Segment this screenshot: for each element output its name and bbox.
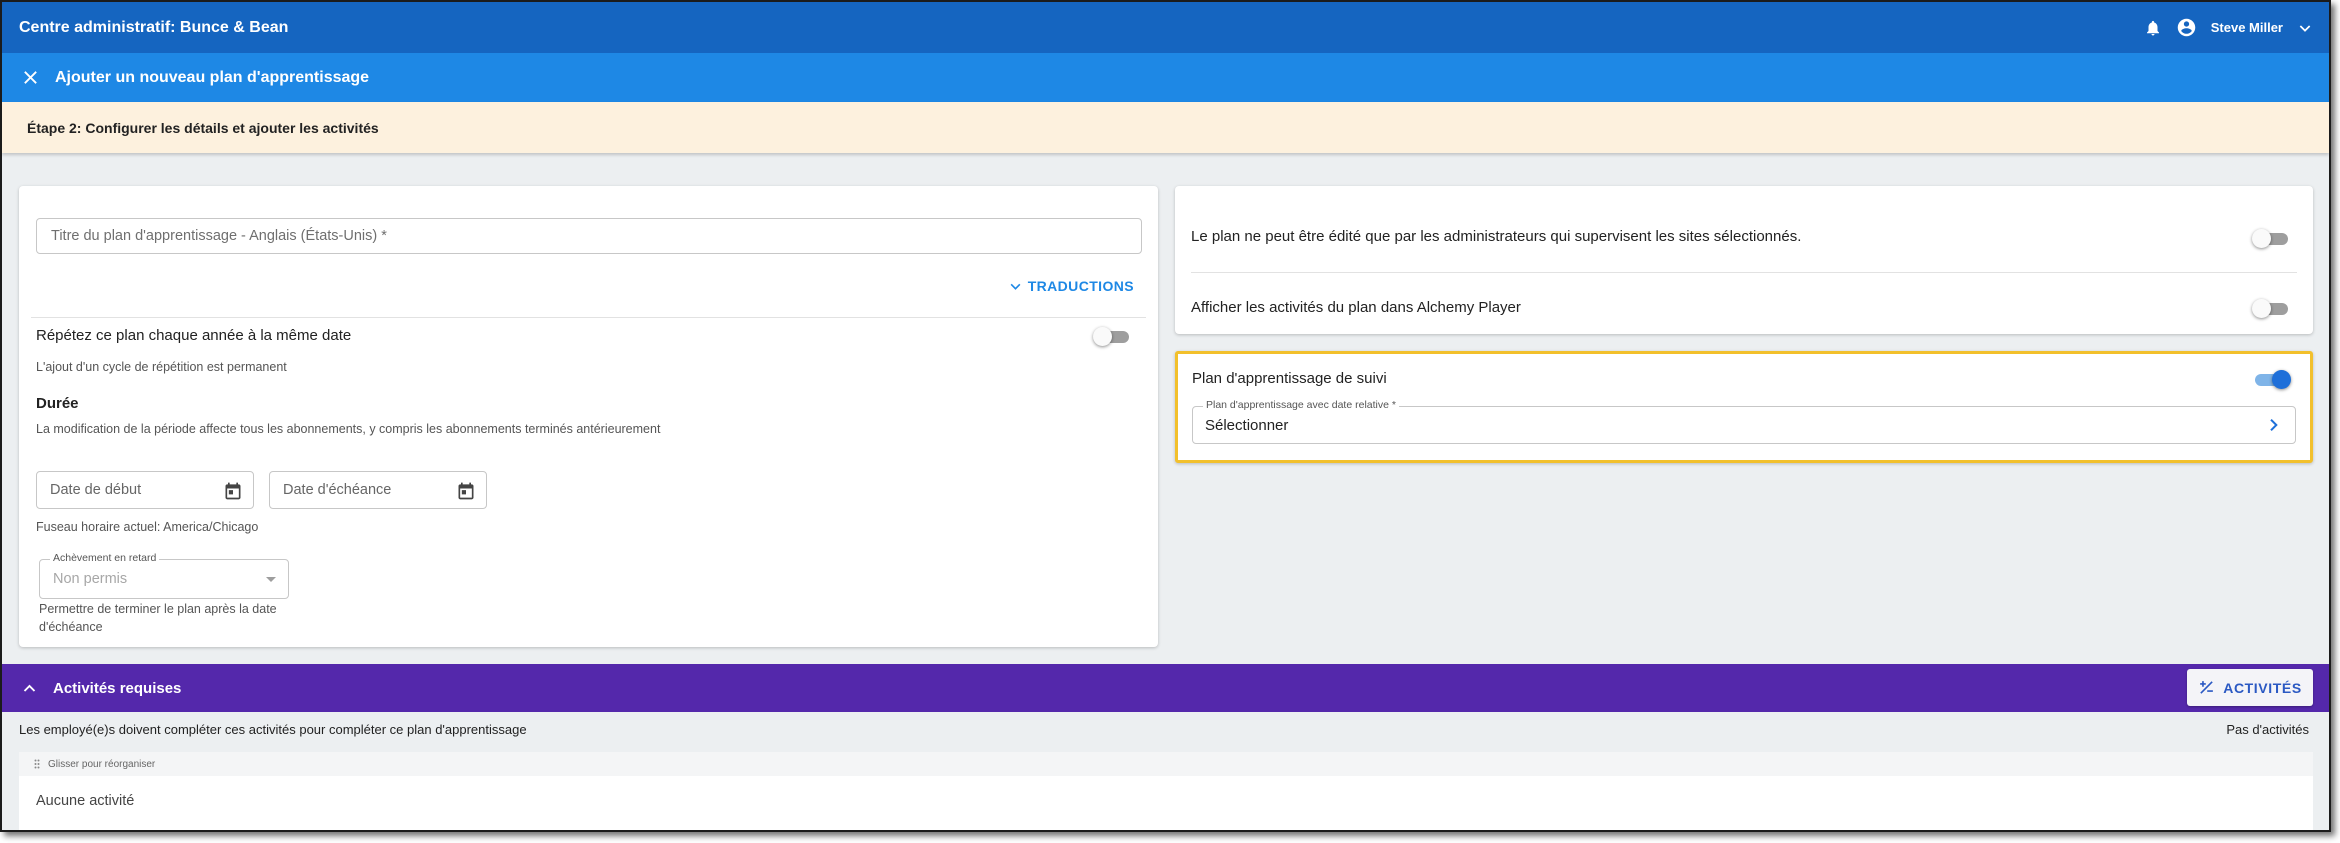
chevron-right-icon[interactable] — [2265, 417, 2281, 433]
app-window: Centre administratif: Bunce & Bean Steve… — [0, 0, 2331, 832]
relative-plan-value: Sélectionner — [1205, 417, 1289, 434]
chevron-down-icon[interactable] — [2297, 20, 2313, 36]
plan-details-card: Titre du plan d'apprentissage - Anglais … — [19, 186, 1158, 647]
activities-list: Glisser pour réorganiser Aucune activité — [19, 752, 2313, 830]
top-bar-actions: Steve Miller — [2144, 17, 2313, 38]
divider — [1191, 272, 2297, 273]
app-title: Centre administratif: Bunce & Bean — [19, 18, 289, 36]
plan-title-input[interactable]: Titre du plan d'apprentissage - Anglais … — [36, 218, 1142, 254]
divider — [31, 317, 1146, 318]
drag-hint: Glisser pour réorganiser — [48, 758, 156, 770]
start-date-placeholder: Date de début — [50, 482, 142, 498]
chevron-down-icon — [1009, 280, 1022, 293]
repeat-hint: L'ajout d'un cycle de répétition est per… — [36, 360, 287, 374]
late-completion-value: Non permis — [53, 571, 128, 587]
repeat-toggle[interactable] — [1093, 326, 1129, 346]
late-completion-hint-2: d'échéance — [39, 620, 103, 634]
required-activities-header: Activités requises ACTIVITÉS — [2, 664, 2329, 712]
show-in-player-label: Afficher les activités du plan dans Alch… — [1191, 299, 1521, 316]
top-bar: Centre administratif: Bunce & Bean Steve… — [2, 2, 2329, 53]
translations-label: TRADUCTIONS — [1027, 278, 1134, 294]
user-name[interactable]: Steve Miller — [2211, 20, 2283, 35]
required-activities-title: Activités requises — [53, 679, 182, 697]
add-activities-button[interactable]: ACTIVITÉS — [2187, 669, 2313, 706]
calendar-icon[interactable] — [223, 481, 243, 501]
late-completion-hint: Permettre de terminer le plan après la d… — [39, 602, 277, 616]
due-date-input[interactable]: Date d'échéance — [269, 471, 487, 509]
due-date-placeholder: Date d'échéance — [283, 482, 392, 498]
duration-heading: Durée — [36, 395, 79, 412]
relative-plan-select[interactable]: Plan d'apprentissage avec date relative … — [1192, 399, 2296, 444]
chevron-up-icon[interactable] — [22, 681, 37, 696]
followup-toggle[interactable] — [2255, 369, 2291, 389]
add-activities-label: ACTIVITÉS — [2223, 679, 2302, 696]
activities-list-header: Glisser pour réorganiser — [19, 752, 2313, 776]
admin-only-label: Le plan ne peut être édité que par les a… — [1191, 228, 1802, 245]
duration-hint: La modification de la période affecte to… — [36, 422, 661, 436]
late-completion-select[interactable]: Achèvement en retard Non permis — [39, 552, 289, 599]
close-icon[interactable] — [22, 69, 39, 86]
dropdown-caret-icon — [266, 577, 276, 582]
step-text: Étape 2: Configurer les détails et ajout… — [27, 119, 379, 136]
activities-status: Pas d'activités — [2226, 722, 2309, 737]
admin-only-toggle[interactable] — [2252, 228, 2288, 248]
step-banner: Étape 2: Configurer les détails et ajout… — [2, 102, 2329, 153]
start-date-input[interactable]: Date de début — [36, 471, 254, 509]
late-completion-label: Achèvement en retard — [50, 552, 160, 564]
timezone-text: Fuseau horaire actuel: America/Chicago — [36, 520, 259, 534]
repeat-label: Répétez ce plan chaque année à la même d… — [36, 327, 352, 344]
activities-description: Les employé(e)s doivent compléter ces ac… — [19, 722, 527, 737]
drag-handle-icon — [34, 759, 40, 769]
add-remove-icon — [2198, 679, 2215, 696]
plan-permissions-card: Le plan ne peut être édité que par les a… — [1175, 186, 2313, 334]
plan-title-placeholder: Titre du plan d'apprentissage - Anglais … — [51, 228, 387, 244]
page-title: Ajouter un nouveau plan d'apprentissage — [55, 68, 370, 86]
relative-plan-label: Plan d'apprentissage avec date relative … — [1203, 399, 1399, 411]
user-avatar-icon[interactable] — [2176, 17, 2197, 38]
translations-link[interactable]: TRADUCTIONS — [1009, 278, 1134, 294]
followup-label: Plan d'apprentissage de suivi — [1192, 370, 1387, 387]
page-header: Ajouter un nouveau plan d'apprentissage — [2, 53, 2329, 102]
bell-icon[interactable] — [2144, 19, 2162, 37]
followup-plan-card: Plan d'apprentissage de suivi Plan d'app… — [1175, 351, 2313, 463]
empty-activities-text: Aucune activité — [36, 793, 135, 809]
show-in-player-toggle[interactable] — [2252, 298, 2288, 318]
calendar-icon[interactable] — [456, 481, 476, 501]
